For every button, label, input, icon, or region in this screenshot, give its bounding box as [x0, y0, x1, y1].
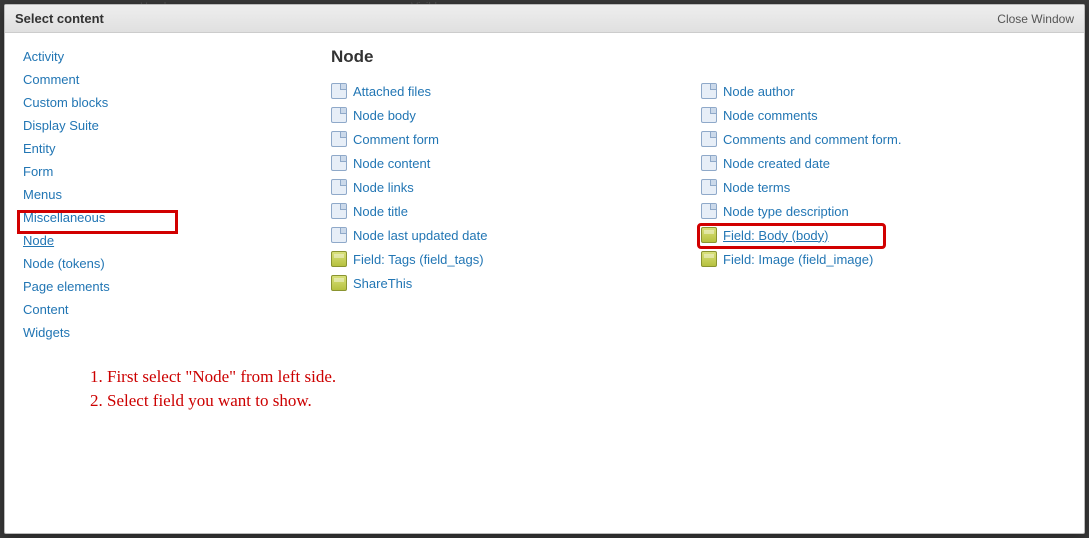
content-item: Field: Tags (field_tags) [331, 247, 701, 271]
sidebar-item-entity[interactable]: Entity [21, 137, 221, 160]
content-item: Node author [701, 79, 1071, 103]
annotation-line-1: 1. First select "Node" from left side. [90, 365, 336, 389]
content-item: Node body [331, 103, 701, 127]
document-icon [331, 179, 347, 195]
document-icon [701, 83, 717, 99]
content-item: Node content [331, 151, 701, 175]
sidebar-item-page-elements[interactable]: Page elements [21, 275, 221, 298]
document-icon [701, 179, 717, 195]
content-column-2: Node author Node comments Comments and com… [701, 79, 1071, 295]
content-link[interactable]: ShareThis [353, 276, 412, 291]
content-item: Node links [331, 175, 701, 199]
content-link[interactable]: Node body [353, 108, 416, 123]
document-icon [331, 131, 347, 147]
annotation-text: 1. First select "Node" from left side. 2… [90, 365, 336, 413]
annotation-line-2: 2. Select field you want to show. [90, 389, 336, 413]
document-icon [331, 83, 347, 99]
document-icon [331, 203, 347, 219]
content-link[interactable]: Comments and comment form. [723, 132, 901, 147]
content-item: Node type description [701, 199, 1071, 223]
modal-title: Select content [15, 11, 104, 26]
document-icon [331, 227, 347, 243]
document-icon [701, 203, 717, 219]
sidebar-item-custom-blocks[interactable]: Custom blocks [21, 91, 221, 114]
document-icon [701, 131, 717, 147]
sidebar-item-form[interactable]: Form [21, 160, 221, 183]
main-heading: Node [331, 47, 1078, 67]
sidebar-item-node-tokens-[interactable]: Node (tokens) [21, 252, 221, 275]
content-link[interactable]: Node terms [723, 180, 790, 195]
document-icon [701, 155, 717, 171]
document-icon [701, 107, 717, 123]
content-link[interactable]: Node comments [723, 108, 818, 123]
content-link[interactable]: Node created date [723, 156, 830, 171]
modal: Select content Close Window ActivityComm… [4, 4, 1085, 534]
content-link[interactable]: Field: Body (body) [723, 228, 829, 243]
content-link[interactable]: Comment form [353, 132, 439, 147]
content-item: Node last updated date [331, 223, 701, 247]
sidebar-item-widgets[interactable]: Widgets [21, 321, 221, 344]
content-link[interactable]: Field: Image (field_image) [723, 252, 873, 267]
package-icon [701, 227, 717, 243]
sidebar-item-menus[interactable]: Menus [21, 183, 221, 206]
content-link[interactable]: Field: Tags (field_tags) [353, 252, 484, 267]
content-item: Node terms [701, 175, 1071, 199]
content-link[interactable]: Node content [353, 156, 430, 171]
package-icon [701, 251, 717, 267]
sidebar-item-content[interactable]: Content [21, 298, 221, 321]
content-link[interactable]: Node author [723, 84, 795, 99]
document-icon [331, 155, 347, 171]
close-window-link[interactable]: Close Window [997, 12, 1074, 26]
category-sidebar: ActivityCommentCustom blocksDisplay Suit… [11, 45, 221, 521]
content-link[interactable]: Node type description [723, 204, 849, 219]
sidebar-item-activity[interactable]: Activity [21, 45, 221, 68]
sidebar-item-miscellaneous[interactable]: Miscellaneous [21, 206, 221, 229]
sidebar-item-comment[interactable]: Comment [21, 68, 221, 91]
package-icon [331, 251, 347, 267]
content-item: Comment form [331, 127, 701, 151]
content-item: Node title [331, 199, 701, 223]
package-icon [331, 275, 347, 291]
content-link[interactable]: Node links [353, 180, 414, 195]
modal-header: Select content Close Window [5, 5, 1084, 33]
content-item: Field: Image (field_image) [701, 247, 1071, 271]
content-link[interactable]: Node last updated date [353, 228, 487, 243]
sidebar-item-node[interactable]: Node [21, 229, 221, 252]
content-item: ShareThis [331, 271, 701, 295]
content-item: Node created date [701, 151, 1071, 175]
content-item: Attached files [331, 79, 701, 103]
content-item: Node comments [701, 103, 1071, 127]
content-column-1: Attached files Node body Comment form Node … [331, 79, 701, 295]
content-link[interactable]: Attached files [353, 84, 431, 99]
content-item: Comments and comment form. [701, 127, 1071, 151]
content-link[interactable]: Node title [353, 204, 408, 219]
content-item: Field: Body (body) [701, 223, 1071, 247]
sidebar-item-display-suite[interactable]: Display Suite [21, 114, 221, 137]
document-icon [331, 107, 347, 123]
